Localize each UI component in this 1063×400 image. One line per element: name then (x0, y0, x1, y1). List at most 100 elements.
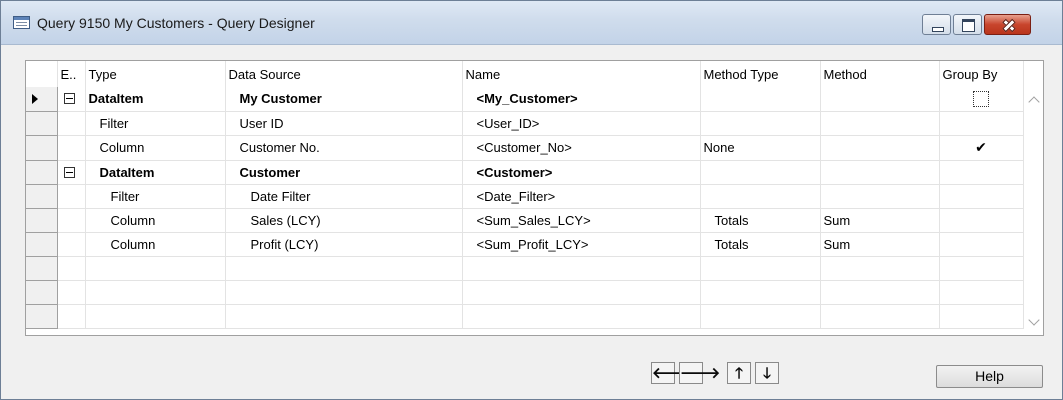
method-cell[interactable]: Sum (820, 208, 940, 233)
method-type-cell[interactable] (700, 184, 821, 209)
expand-cell[interactable] (57, 208, 86, 233)
empty-cell[interactable] (57, 256, 86, 281)
title-bar[interactable]: Query 9150 My Customers - Query Designer (1, 1, 1062, 45)
empty-cell[interactable] (700, 304, 821, 329)
collapse-minus-icon[interactable] (63, 93, 75, 104)
empty-cell[interactable] (820, 280, 940, 305)
data-source-cell[interactable]: My Customer (225, 87, 463, 112)
vertical-scrollbar[interactable] (1025, 88, 1043, 335)
group-by-cell[interactable]: ✔ (939, 135, 1024, 161)
empty-cell[interactable] (57, 304, 86, 329)
name-cell[interactable]: <Sum_Profit_LCY> (462, 232, 701, 257)
empty-cell[interactable] (85, 304, 226, 329)
type-cell[interactable]: DataItem (85, 160, 226, 185)
group-by-cell[interactable] (939, 160, 1024, 185)
type-cell[interactable]: Column (85, 135, 226, 161)
empty-cell[interactable] (700, 280, 821, 305)
method-cell[interactable]: Sum (820, 232, 940, 257)
data-source-cell[interactable]: Date Filter (225, 184, 463, 209)
expand-cell[interactable] (57, 232, 86, 257)
empty-cell[interactable] (462, 304, 701, 329)
empty-cell[interactable] (462, 280, 701, 305)
column-header-method-type[interactable]: Method Type (700, 61, 821, 87)
name-cell[interactable]: <My_Customer> (462, 87, 701, 112)
move-up-button[interactable]: 🡑 (727, 362, 751, 384)
name-cell[interactable]: <Sum_Sales_LCY> (462, 208, 701, 233)
group-by-checkbox[interactable] (973, 90, 989, 107)
group-by-cell[interactable] (939, 184, 1024, 209)
empty-cell[interactable] (225, 304, 463, 329)
data-source-cell[interactable]: Profit (LCY) (225, 232, 463, 257)
expand-cell[interactable] (57, 111, 86, 136)
method-type-cell[interactable] (700, 160, 821, 185)
empty-cell[interactable] (225, 256, 463, 281)
row-selector[interactable] (26, 184, 58, 209)
close-button[interactable] (984, 14, 1031, 35)
method-type-cell[interactable]: Totals (700, 208, 821, 233)
data-source-cell[interactable]: Customer (225, 160, 463, 185)
expand-cell[interactable] (57, 135, 86, 161)
minimize-button[interactable] (922, 14, 951, 35)
empty-cell[interactable] (939, 256, 1024, 281)
method-type-cell[interactable] (700, 111, 821, 136)
expand-cell[interactable] (57, 160, 86, 185)
name-cell[interactable]: <Customer_No> (462, 135, 701, 161)
data-source-cell[interactable]: Customer No. (225, 135, 463, 161)
row-selector[interactable] (26, 160, 58, 185)
empty-cell[interactable] (57, 280, 86, 305)
table-row[interactable]: Column Profit (LCY) <Sum_Profit_LCY> Tot… (26, 232, 1024, 257)
method-cell[interactable] (820, 184, 940, 209)
column-header-method[interactable]: Method (820, 61, 940, 87)
data-source-cell[interactable]: Sales (LCY) (225, 208, 463, 233)
move-down-button[interactable]: 🡓 (755, 362, 779, 384)
collapse-minus-icon[interactable] (63, 166, 75, 178)
group-by-cell[interactable] (939, 232, 1024, 257)
move-right-button[interactable]: 🡒 (679, 362, 720, 384)
maximize-button[interactable] (953, 14, 982, 35)
table-row[interactable]: Column Sales (LCY) <Sum_Sales_LCY> Total… (26, 208, 1024, 233)
column-header-type[interactable]: Type (85, 61, 226, 87)
group-by-cell[interactable] (939, 208, 1024, 233)
data-source-cell[interactable]: User ID (225, 111, 463, 136)
empty-row[interactable] (26, 256, 1024, 281)
empty-cell[interactable] (939, 280, 1024, 305)
method-cell[interactable] (820, 135, 940, 161)
method-type-cell[interactable]: Totals (700, 232, 821, 257)
group-by-cell[interactable] (939, 87, 1024, 112)
expand-cell[interactable] (57, 184, 86, 209)
column-header-name[interactable]: Name (462, 61, 701, 87)
name-cell[interactable]: <User_ID> (462, 111, 701, 136)
empty-cell[interactable] (462, 256, 701, 281)
empty-cell[interactable] (820, 304, 940, 329)
column-header-group-by[interactable]: Group By (939, 61, 1024, 87)
type-cell[interactable]: Filter (85, 184, 226, 209)
row-selector[interactable] (26, 256, 58, 281)
type-cell[interactable]: Filter (85, 111, 226, 136)
method-cell[interactable] (820, 160, 940, 185)
method-cell[interactable] (820, 87, 940, 112)
method-type-cell[interactable] (700, 87, 821, 112)
table-row[interactable]: Filter User ID <User_ID> (26, 111, 1024, 136)
empty-row[interactable] (26, 280, 1024, 305)
row-selector[interactable] (26, 208, 58, 233)
column-header-expand[interactable]: E.. (57, 61, 86, 87)
empty-cell[interactable] (939, 304, 1024, 329)
empty-cell[interactable] (820, 256, 940, 281)
type-cell[interactable]: Column (85, 232, 226, 257)
row-selector[interactable] (26, 280, 58, 305)
empty-cell[interactable] (85, 256, 226, 281)
table-row[interactable]: DataItem Customer <Customer> (26, 160, 1024, 185)
move-left-button[interactable]: 🡐 (651, 362, 692, 384)
column-header-data-source[interactable]: Data Source (225, 61, 463, 87)
name-cell[interactable]: <Date_Filter> (462, 184, 701, 209)
checkmark-icon[interactable]: ✔ (975, 136, 987, 160)
empty-cell[interactable] (85, 280, 226, 305)
table-row[interactable]: DataItem My Customer <My_Customer> (26, 87, 1024, 112)
row-selector[interactable] (26, 87, 58, 112)
group-by-cell[interactable] (939, 111, 1024, 136)
row-selector[interactable] (26, 304, 58, 329)
empty-row[interactable] (26, 304, 1024, 329)
scroll-up-icon[interactable] (1028, 96, 1040, 108)
table-row[interactable]: Filter Date Filter <Date_Filter> (26, 184, 1024, 209)
method-cell[interactable] (820, 111, 940, 136)
